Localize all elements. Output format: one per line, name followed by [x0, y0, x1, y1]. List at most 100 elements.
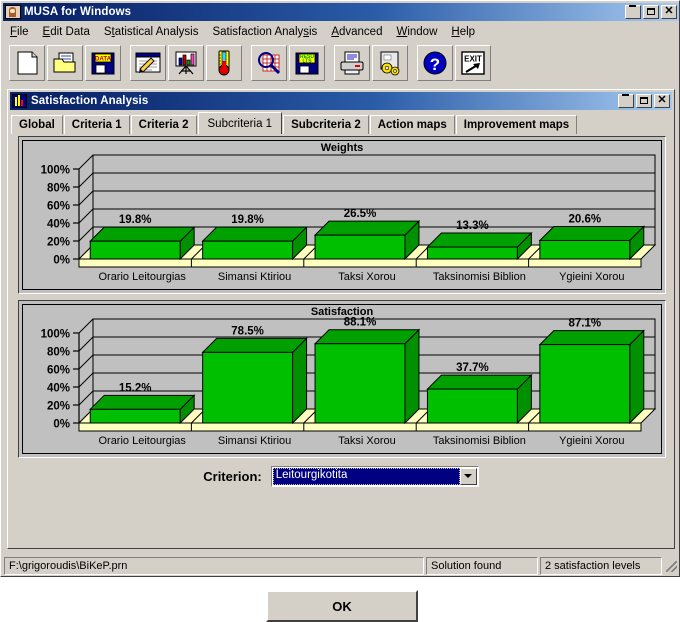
- application-window: MUSA for Windows ✕ File Edit Data Statis…: [0, 0, 680, 622]
- svg-text:Ygieini Xorou: Ygieini Xorou: [559, 435, 624, 447]
- edit-data-window-icon: [135, 52, 161, 73]
- svg-text:?: ?: [430, 55, 440, 74]
- help-button[interactable]: ?: [417, 45, 453, 81]
- tab-subcriteria-1[interactable]: Subcriteria 1: [197, 112, 283, 134]
- save-results-button[interactable]: RESU LTS: [289, 45, 325, 81]
- open-folder-icon: [53, 52, 76, 73]
- menu-help[interactable]: Help: [444, 24, 482, 40]
- svg-text:87.1%: 87.1%: [568, 318, 601, 330]
- svg-text:Simansi Ktiriou: Simansi Ktiriou: [218, 271, 291, 283]
- weights-chart: Weights 0% 20% 40% 60% 80% 100% 20.6% 13.3% 26.5…: [22, 140, 662, 290]
- child-window-titlebar: Satisfaction Analysis ✕: [10, 92, 672, 110]
- bar-chart-icon: [12, 94, 27, 108]
- svg-text:20.6%: 20.6%: [568, 213, 601, 225]
- weights-chart-panel: Weights 0% 20% 40% 60% 80% 100% 20.6% 13.3% 26.5…: [18, 136, 666, 294]
- svg-text:19.8%: 19.8%: [231, 214, 264, 226]
- svg-text:Orario Leitourgias: Orario Leitourgias: [98, 271, 186, 283]
- chevron-down-icon[interactable]: [459, 467, 477, 485]
- svg-text:LTS: LTS: [302, 58, 312, 64]
- view-results-button[interactable]: [251, 45, 287, 81]
- ok-button[interactable]: OK: [266, 590, 418, 622]
- criterion-selected-value: Leitourgikotita: [272, 467, 460, 485]
- save-data-button[interactable]: DATA: [85, 45, 121, 81]
- new-document-button[interactable]: [9, 45, 45, 81]
- svg-text:100%: 100%: [41, 329, 70, 341]
- svg-text:80%: 80%: [47, 183, 70, 195]
- help-question-icon: ?: [423, 51, 447, 75]
- menu-advanced[interactable]: Advanced: [324, 24, 389, 40]
- svg-text:DATA: DATA: [95, 56, 112, 63]
- svg-text:Orario Leitourgias: Orario Leitourgias: [98, 435, 186, 447]
- minimize-button[interactable]: [625, 5, 641, 19]
- svg-text:0%: 0%: [53, 255, 70, 267]
- tab-improvement-maps[interactable]: Improvement maps: [455, 115, 578, 134]
- status-levels: 2 satisfaction levels: [540, 557, 662, 575]
- child-minimize-button[interactable]: [618, 94, 634, 108]
- svg-text:Simansi Ktiriou: Simansi Ktiriou: [218, 435, 291, 447]
- menu-satisfaction-analysis[interactable]: Satisfaction Analysis: [205, 24, 324, 40]
- statusbar: F:\grigoroudis\BiKeP.prn Solution found …: [4, 557, 678, 575]
- svg-text:88.1%: 88.1%: [344, 317, 377, 329]
- svg-text:Taksi Xorou: Taksi Xorou: [338, 271, 395, 283]
- svg-text:Taksi Xorou: Taksi Xorou: [338, 435, 395, 447]
- close-button[interactable]: ✕: [661, 5, 677, 19]
- menu-edit-data[interactable]: Edit Data: [36, 24, 97, 40]
- satisfaction-analysis-button[interactable]: [206, 45, 242, 81]
- svg-text:Ygieini Xorou: Ygieini Xorou: [559, 271, 624, 283]
- svg-text:15.2%: 15.2%: [119, 382, 152, 394]
- status-solution: Solution found: [426, 557, 538, 575]
- weights-chart-graphic: 0% 20% 40% 60% 80% 100% 20.6% 13.3% 26.5% 19.8% 19…: [41, 154, 657, 283]
- svg-text:60%: 60%: [47, 201, 70, 213]
- thermometer-icon: [218, 50, 230, 76]
- svg-text:Taksinomisi Biblion: Taksinomisi Biblion: [433, 435, 526, 447]
- svg-text:EXIT: EXIT: [464, 55, 482, 64]
- menu-window[interactable]: Window: [389, 24, 444, 40]
- criterion-row: Criterion: Leitourgikotita: [8, 464, 674, 488]
- tab-criteria-2[interactable]: Criteria 2: [130, 115, 197, 134]
- svg-text:Taksinomisi Biblion: Taksinomisi Biblion: [433, 271, 526, 283]
- svg-text:19.8%: 19.8%: [119, 214, 152, 226]
- child-maximize-button[interactable]: [636, 94, 652, 108]
- svg-text:26.5%: 26.5%: [344, 208, 377, 220]
- exit-button[interactable]: EXIT: [455, 45, 491, 81]
- tab-global[interactable]: Global: [11, 115, 63, 134]
- tab-criteria-1[interactable]: Criteria 1: [63, 115, 130, 134]
- satisfaction-analysis-window: Satisfaction Analysis ✕ Global Criteria …: [7, 89, 675, 622]
- criterion-label: Criterion:: [203, 468, 262, 484]
- print-button[interactable]: [334, 45, 370, 81]
- new-document-icon: [17, 51, 38, 75]
- svg-text:13.3%: 13.3%: [456, 220, 489, 232]
- statistical-analysis-button[interactable]: [168, 45, 204, 81]
- menubar: File Edit Data Statistical Analysis Sati…: [3, 22, 679, 41]
- person-portrait-icon: [5, 5, 21, 19]
- save-data-disk-icon: DATA: [91, 52, 115, 75]
- close-icon: ✕: [664, 4, 674, 17]
- svg-text:0%: 0%: [53, 419, 70, 431]
- window-controls: ✕: [625, 5, 677, 19]
- magnifier-grid-icon: [258, 52, 281, 75]
- options-button[interactable]: [372, 45, 408, 81]
- tab-action-maps[interactable]: Action maps: [369, 115, 455, 134]
- exit-arrow-icon: EXIT: [461, 51, 485, 75]
- resize-grip-icon[interactable]: [664, 559, 678, 573]
- svg-text:78.5%: 78.5%: [231, 325, 264, 337]
- criterion-dropdown[interactable]: Leitourgikotita: [270, 465, 479, 487]
- window-title: MUSA for Windows: [24, 6, 132, 18]
- child-close-button[interactable]: ✕: [654, 94, 670, 108]
- open-folder-button[interactable]: [47, 45, 83, 81]
- maximize-button[interactable]: [643, 5, 659, 19]
- svg-text:80%: 80%: [47, 347, 70, 359]
- svg-text:40%: 40%: [47, 219, 70, 231]
- toolbar: DATA RESU LTS ? EXIT: [3, 41, 679, 85]
- tab-subcriteria-2[interactable]: Subcriteria 2: [283, 115, 369, 134]
- menu-statistical-analysis[interactable]: Statistical Analysis: [97, 24, 206, 40]
- satisfaction-chart: Satisfaction 0% 20% 40% 60% 80% 100% 87.1% 37.7…: [22, 304, 662, 454]
- svg-text:60%: 60%: [47, 365, 70, 377]
- menu-file[interactable]: File: [3, 24, 36, 40]
- svg-text:20%: 20%: [47, 401, 70, 413]
- edit-data-button[interactable]: [130, 45, 166, 81]
- save-results-disk-icon: RESU LTS: [295, 52, 319, 75]
- satisfaction-chart-graphic: 0% 20% 40% 60% 80% 100% 87.1% 37.7% 88.1% 78.5% 15…: [41, 317, 657, 447]
- status-file-path: F:\grigoroudis\BiKeP.prn: [4, 557, 424, 575]
- child-window-title: Satisfaction Analysis: [31, 95, 149, 107]
